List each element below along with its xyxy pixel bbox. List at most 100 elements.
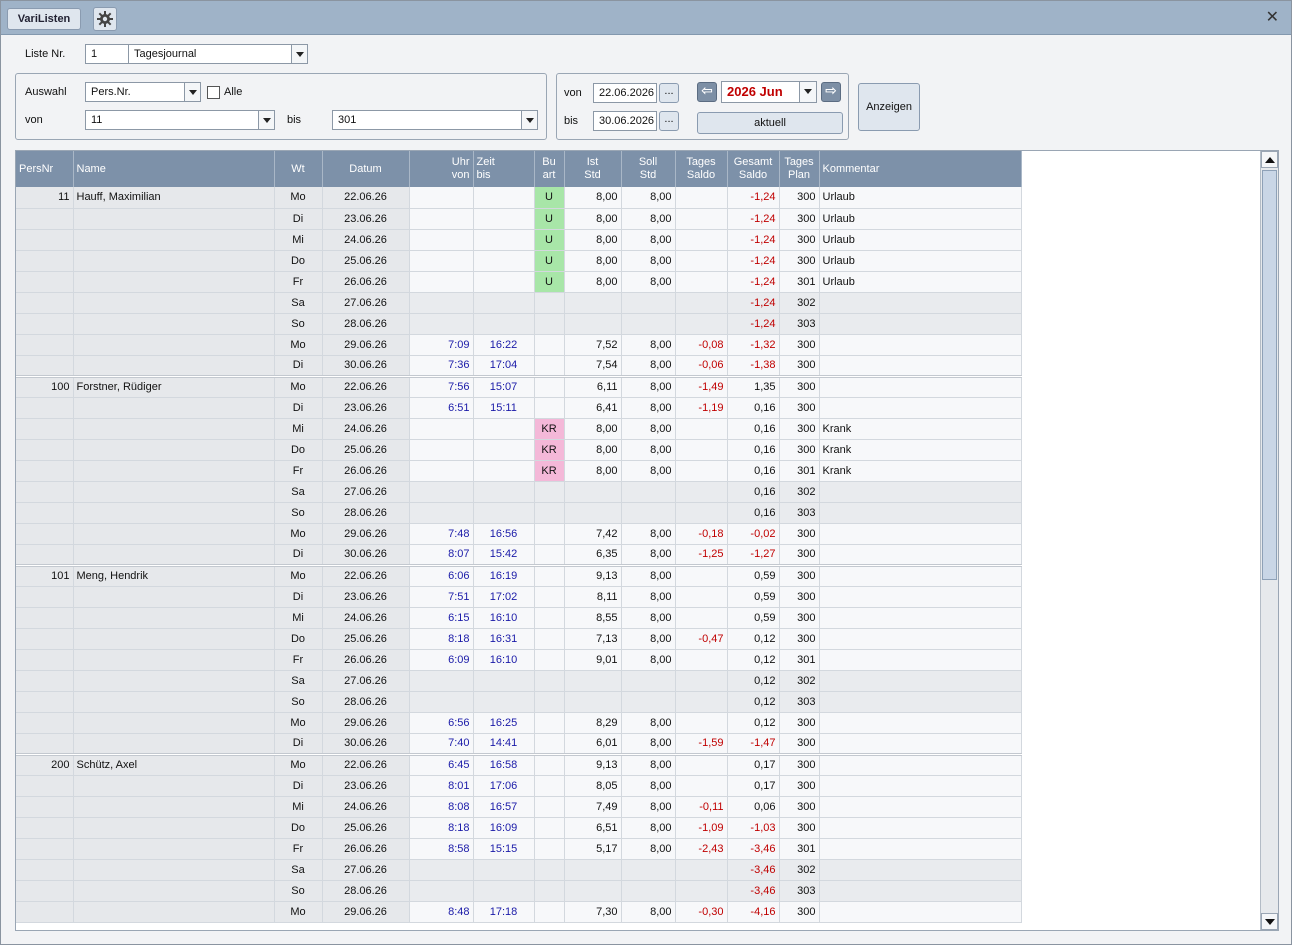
- date-cell[interactable]: 22.06.26: [322, 563, 410, 587]
- date-cell[interactable]: 28.06.26: [322, 502, 410, 524]
- weekday-cell[interactable]: Sa: [274, 292, 323, 314]
- time-from-cell[interactable]: 6:09: [409, 649, 474, 671]
- chevron-down-icon[interactable]: [800, 82, 816, 102]
- booking-type-cell[interactable]: [534, 397, 565, 419]
- name-cell[interactable]: [73, 544, 275, 566]
- day-balance-cell[interactable]: -0,47: [675, 628, 728, 650]
- time-from-cell[interactable]: [409, 691, 474, 713]
- date-cell[interactable]: 29.06.26: [322, 712, 410, 734]
- date-cell[interactable]: 27.06.26: [322, 859, 410, 881]
- comment-cell[interactable]: [819, 775, 1022, 797]
- plan-cell[interactable]: 300: [779, 563, 820, 587]
- total-balance-cell[interactable]: -0,02: [727, 523, 780, 545]
- date-cell[interactable]: 28.06.26: [322, 691, 410, 713]
- table-row[interactable]: Do 25.06.26 8:18 16:31 7,13 8,00 -0,47 0,12 300: [16, 628, 1022, 650]
- total-balance-cell[interactable]: -1,03: [727, 817, 780, 839]
- time-from-cell[interactable]: 7:51: [409, 586, 474, 608]
- day-balance-cell[interactable]: [675, 208, 728, 230]
- soll-hours-cell[interactable]: 8,00: [621, 523, 676, 545]
- comment-cell[interactable]: Krank: [819, 439, 1022, 461]
- date-cell[interactable]: 28.06.26: [322, 313, 410, 335]
- plan-cell[interactable]: 302: [779, 859, 820, 881]
- date-cell[interactable]: 26.06.26: [322, 838, 410, 860]
- table-row[interactable]: Mo 29.06.26 6:56 16:25 8,29 8,00 0,12 300: [16, 712, 1022, 734]
- plan-cell[interactable]: 303: [779, 880, 820, 902]
- soll-hours-cell[interactable]: [621, 481, 676, 503]
- table-row[interactable]: So 28.06.26 -3,46 303: [16, 880, 1022, 902]
- pers-nr-cell[interactable]: [16, 691, 74, 713]
- booking-type-cell[interactable]: [534, 670, 565, 692]
- booking-type-cell[interactable]: [534, 502, 565, 524]
- name-cell[interactable]: [73, 607, 275, 629]
- pers-nr-cell[interactable]: [16, 208, 74, 230]
- pers-nr-cell[interactable]: [16, 439, 74, 461]
- pers-nr-cell[interactable]: [16, 397, 74, 419]
- day-balance-cell[interactable]: -0,06: [675, 355, 728, 377]
- time-from-cell[interactable]: 7:36: [409, 355, 474, 377]
- ist-hours-cell[interactable]: 7,13: [564, 628, 622, 650]
- total-balance-cell[interactable]: 0,59: [727, 586, 780, 608]
- pers-nr-cell[interactable]: [16, 838, 74, 860]
- day-balance-cell[interactable]: [675, 712, 728, 734]
- soll-hours-cell[interactable]: [621, 670, 676, 692]
- weekday-cell[interactable]: Fr: [274, 649, 323, 671]
- date-cell[interactable]: 23.06.26: [322, 397, 410, 419]
- weekday-cell[interactable]: So: [274, 880, 323, 902]
- plan-cell[interactable]: 300: [779, 544, 820, 566]
- ist-hours-cell[interactable]: 8,00: [564, 187, 622, 209]
- bis-select[interactable]: 301: [332, 110, 538, 130]
- auswahl-select[interactable]: Pers.Nr.: [85, 82, 201, 102]
- date-cell[interactable]: 24.06.26: [322, 229, 410, 251]
- ist-hours-cell[interactable]: 5,17: [564, 838, 622, 860]
- day-balance-cell[interactable]: [675, 775, 728, 797]
- time-to-cell[interactable]: [473, 418, 535, 440]
- comment-cell[interactable]: Krank: [819, 460, 1022, 482]
- name-cell[interactable]: [73, 691, 275, 713]
- day-balance-cell[interactable]: [675, 880, 728, 902]
- soll-hours-cell[interactable]: 8,00: [621, 563, 676, 587]
- liste-nr-field[interactable]: 1: [85, 44, 129, 64]
- time-from-cell[interactable]: 8:18: [409, 628, 474, 650]
- comment-cell[interactable]: [819, 292, 1022, 314]
- booking-type-cell[interactable]: [534, 355, 565, 377]
- soll-hours-cell[interactable]: 8,00: [621, 250, 676, 272]
- booking-type-cell[interactable]: [534, 607, 565, 629]
- pers-nr-cell[interactable]: [16, 733, 74, 755]
- arrow-right-icon[interactable]: ⇨: [821, 82, 841, 102]
- booking-type-cell[interactable]: [534, 691, 565, 713]
- time-from-cell[interactable]: 7:40: [409, 733, 474, 755]
- booking-type-cell[interactable]: KR: [534, 418, 565, 440]
- plan-cell[interactable]: 300: [779, 418, 820, 440]
- day-balance-cell[interactable]: [675, 460, 728, 482]
- von-date-field[interactable]: 22.06.2026: [593, 83, 657, 103]
- time-from-cell[interactable]: 7:56: [409, 374, 474, 398]
- name-cell[interactable]: [73, 481, 275, 503]
- date-cell[interactable]: 29.06.26: [322, 334, 410, 356]
- plan-cell[interactable]: 300: [779, 250, 820, 272]
- weekday-cell[interactable]: Sa: [274, 670, 323, 692]
- soll-hours-cell[interactable]: 8,00: [621, 649, 676, 671]
- soll-hours-cell[interactable]: 8,00: [621, 733, 676, 755]
- total-balance-cell[interactable]: 0,16: [727, 460, 780, 482]
- ist-hours-cell[interactable]: [564, 691, 622, 713]
- ist-hours-cell[interactable]: 6,41: [564, 397, 622, 419]
- time-from-cell[interactable]: [409, 439, 474, 461]
- time-from-cell[interactable]: 8:18: [409, 817, 474, 839]
- aktuell-button[interactable]: aktuell: [697, 112, 843, 134]
- pers-nr-cell[interactable]: [16, 418, 74, 440]
- day-balance-cell[interactable]: -1,19: [675, 397, 728, 419]
- total-balance-cell[interactable]: 0,17: [727, 752, 780, 776]
- name-cell[interactable]: [73, 250, 275, 272]
- time-to-cell[interactable]: 16:19: [473, 563, 535, 587]
- booking-type-cell[interactable]: KR: [534, 460, 565, 482]
- soll-hours-cell[interactable]: 8,00: [621, 374, 676, 398]
- total-balance-cell[interactable]: -1,24: [727, 250, 780, 272]
- soll-hours-cell[interactable]: 8,00: [621, 607, 676, 629]
- ist-hours-cell[interactable]: [564, 880, 622, 902]
- pers-nr-cell[interactable]: [16, 523, 74, 545]
- comment-cell[interactable]: [819, 374, 1022, 398]
- date-cell[interactable]: 30.06.26: [322, 733, 410, 755]
- time-from-cell[interactable]: [409, 859, 474, 881]
- weekday-cell[interactable]: Fr: [274, 838, 323, 860]
- soll-hours-cell[interactable]: 8,00: [621, 901, 676, 923]
